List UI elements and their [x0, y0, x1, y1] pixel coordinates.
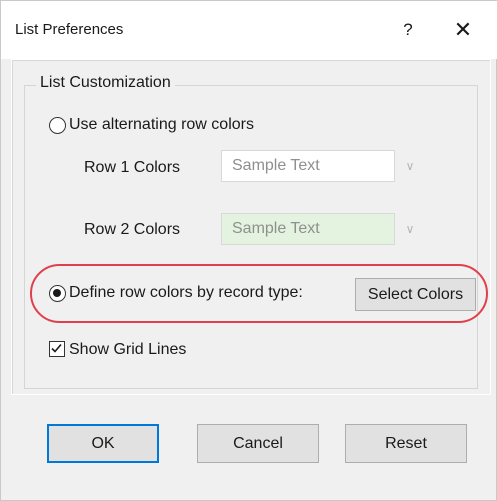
group-legend: List Customization [36, 74, 175, 92]
row1-colors-label: Row 1 Colors [84, 159, 181, 176]
reset-button[interactable]: Reset [345, 424, 467, 463]
list-preferences-dialog: List Preferences ? ✕ List Customization … [0, 0, 497, 501]
row2-sample-text: Sample Text [232, 220, 320, 237]
show-grid-lines-checkbox[interactable] [49, 341, 65, 357]
row2-chevron-down-icon[interactable]: ∨ [403, 222, 417, 236]
cancel-button[interactable]: Cancel [197, 424, 319, 463]
row2-colors-label: Row 2 Colors [84, 221, 181, 238]
alternating-colors-radio[interactable] [49, 117, 66, 134]
record-type-radio[interactable] [49, 285, 66, 302]
check-mark-icon [51, 343, 62, 353]
show-grid-lines-label[interactable]: Show Grid Lines [69, 341, 186, 359]
window-title: List Preferences [15, 21, 124, 38]
radio-selected-dot [53, 289, 61, 297]
help-button[interactable]: ? [393, 15, 423, 45]
row2-color-select[interactable]: Sample Text [221, 213, 395, 245]
row1-sample-text: Sample Text [232, 157, 320, 174]
alternating-colors-label[interactable]: Use alternating row colors [69, 116, 254, 134]
title-bar: List Preferences ? ✕ [1, 1, 497, 59]
close-button[interactable]: ✕ [446, 15, 480, 45]
row1-chevron-down-icon[interactable]: ∨ [403, 159, 417, 173]
ok-button[interactable]: OK [47, 424, 159, 463]
select-colors-button[interactable]: Select Colors [355, 278, 476, 311]
row1-color-select[interactable]: Sample Text [221, 150, 395, 182]
record-type-label[interactable]: Define row colors by record type: [69, 284, 303, 302]
